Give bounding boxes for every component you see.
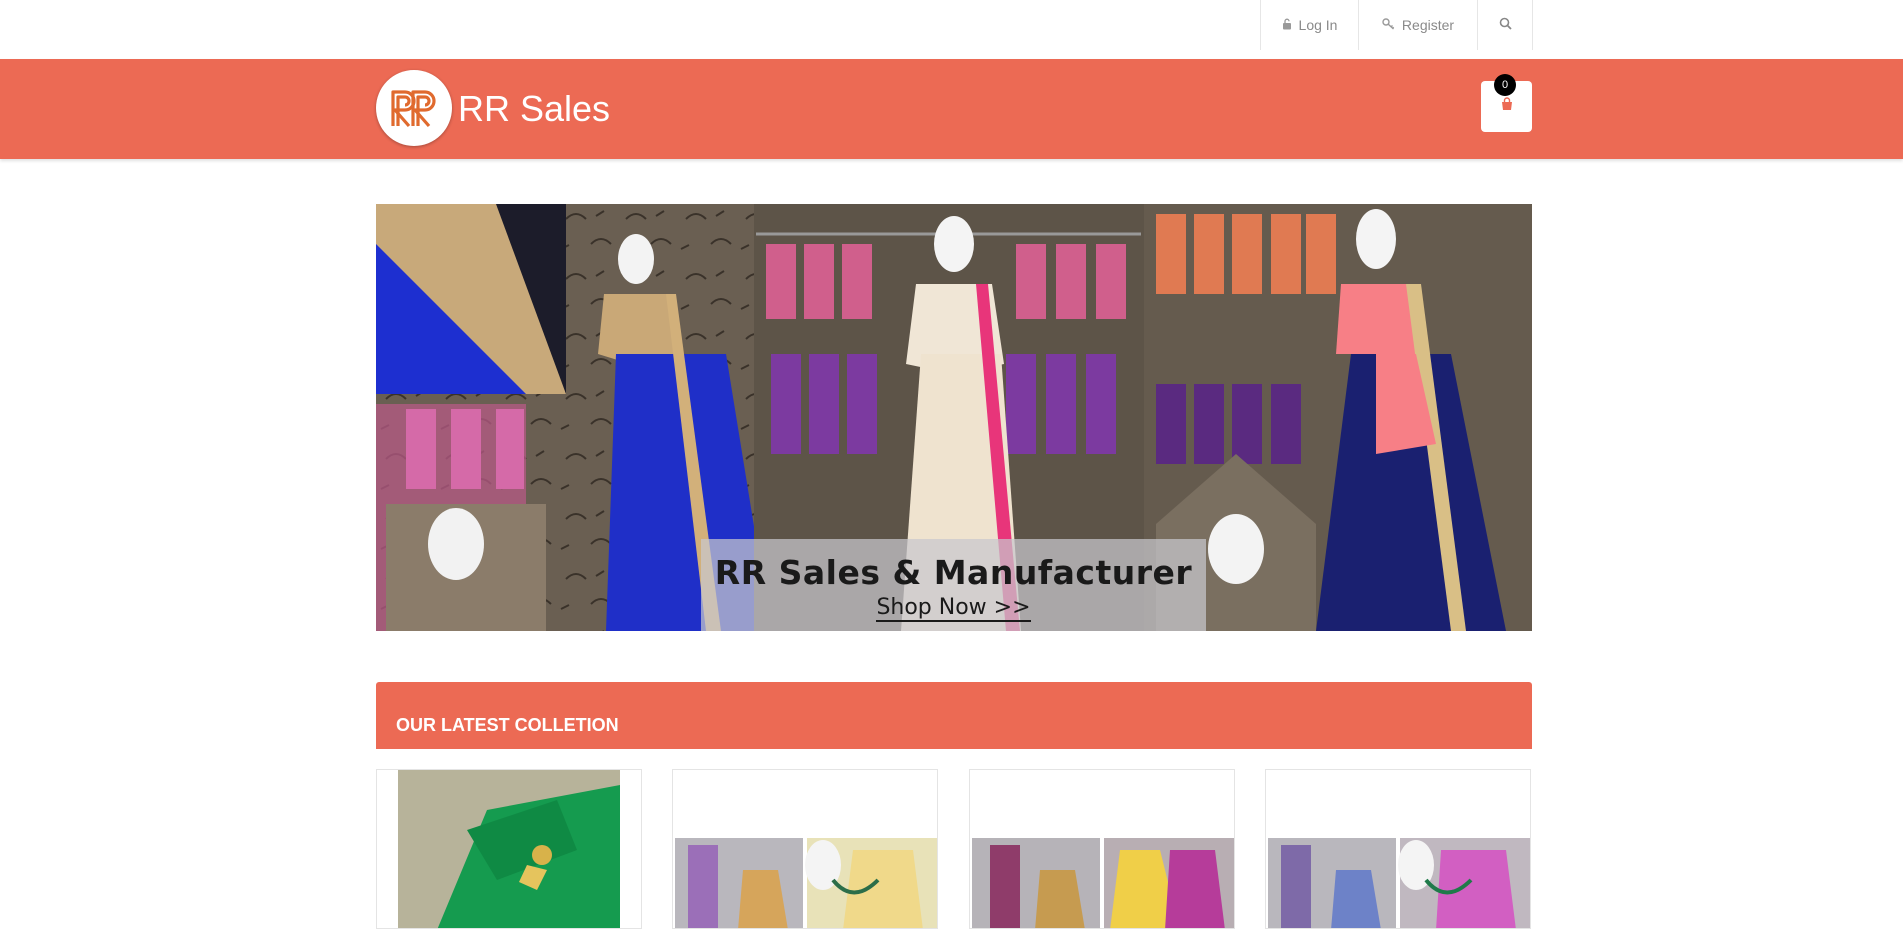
product-image: [1268, 838, 1530, 928]
site-header: [0, 59, 1903, 159]
latest-collection-header: OUR LATEST COLLETION: [376, 682, 1532, 749]
product-card[interactable]: [969, 769, 1235, 929]
account-nav: Log In Register: [1260, 0, 1533, 50]
product-image: [972, 838, 1234, 928]
logo-mark: [376, 70, 452, 146]
login-link[interactable]: Log In: [1261, 0, 1359, 50]
product-card[interactable]: [1265, 769, 1531, 929]
search-button[interactable]: [1478, 0, 1533, 50]
search-icon: [1499, 17, 1512, 33]
product-card[interactable]: [672, 769, 938, 929]
product-image: [675, 838, 937, 928]
brand-name: RR Sales: [458, 88, 611, 129]
shop-now-link[interactable]: Shop Now >>: [876, 596, 1031, 622]
register-label: Register: [1401, 17, 1455, 33]
section-title: OUR LATEST COLLETION: [396, 715, 619, 735]
banner-title: RR Sales & Manufacturer: [714, 553, 1193, 592]
shopping-bag-icon: [1500, 97, 1514, 116]
register-link[interactable]: Register: [1359, 0, 1478, 50]
product-image: [398, 770, 620, 928]
lock-icon: [1282, 17, 1292, 33]
top-utility-bar: Log In Register: [0, 0, 1903, 59]
site-logo-link[interactable]: RR Sales: [376, 70, 610, 146]
key-icon: [1382, 17, 1395, 33]
banner-caption: RR Sales & Manufacturer Shop Now >>: [701, 539, 1206, 631]
product-card[interactable]: [376, 769, 642, 929]
cart-count-badge: 0: [1494, 74, 1516, 96]
login-label: Log In: [1298, 17, 1338, 33]
hero-banner[interactable]: RR Sales & Manufacturer Shop Now >>: [376, 204, 1532, 631]
